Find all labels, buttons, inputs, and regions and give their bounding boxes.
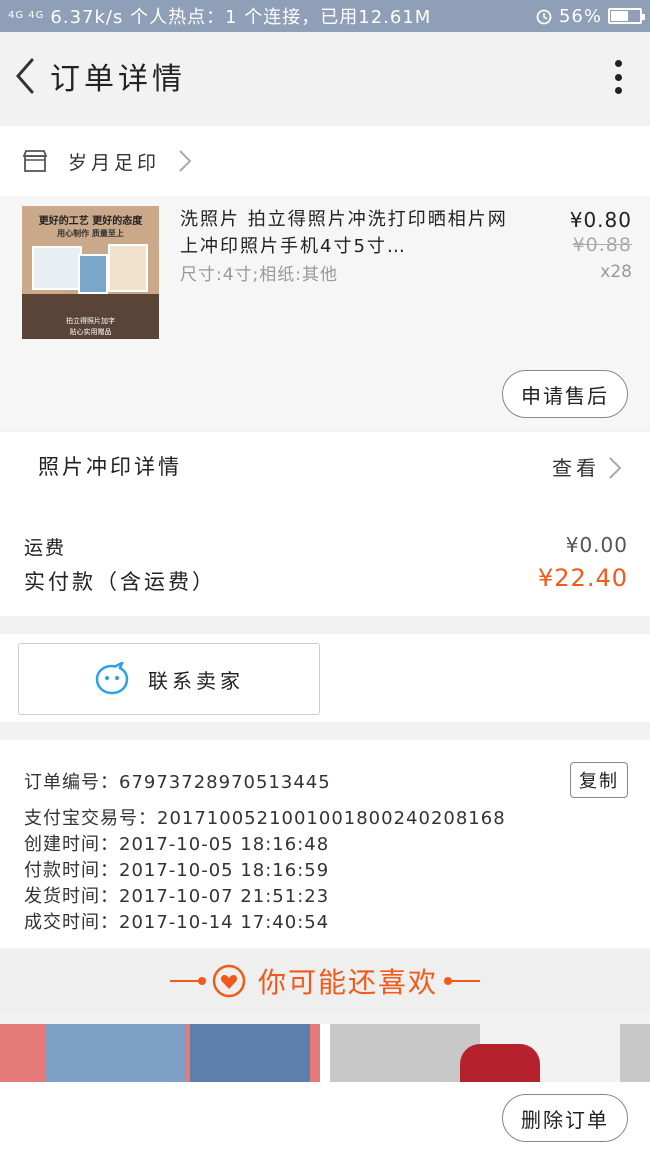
photo-frame-shape [32,246,82,290]
contact-seller-button[interactable]: 联系卖家 [18,643,320,715]
product-quantity: x28 [600,262,632,282]
signal-indicator: 4G 4G [8,10,45,21]
thumb-caption: 更好的工艺 更好的态度 [38,216,143,227]
product-spec: 尺寸:4寸;相纸:其他 [180,265,338,285]
recommend-item-image[interactable] [0,1024,320,1082]
after-sale-button[interactable]: 申请售后 [502,370,628,418]
thumb-caption: 用心制作 质量至上 [57,228,124,238]
chevron-right-icon [609,457,622,479]
back-arrow-icon [16,58,34,94]
alarm-icon [536,9,552,25]
status-text: 6.37k/s 个人热点：1 个连接，已用12.61M [50,7,432,28]
status-bar: 4G 4G 6.37k/s 个人热点：1 个连接，已用12.61M 56% [0,0,650,32]
store-icon [22,150,48,172]
product-price: ¥0.80 [569,208,632,232]
print-details-label: 照片冲印详情 [38,455,182,479]
divider-line [444,977,480,985]
product-original-price: ¥0.88 [572,234,632,256]
nav-bar: 订单详情 [0,32,650,120]
shipping-label: 运费 [24,537,67,559]
dot-icon [614,73,622,81]
copy-button[interactable]: 复制 [570,762,628,798]
battery-icon [608,8,645,24]
recommend-item-image[interactable] [330,1024,650,1082]
recommend-title: 你可能还喜欢 [257,966,438,999]
photo-frame-shape [108,244,148,292]
bottom-bar: 删除订单 [0,1082,650,1155]
paid-label: 实付款（含运费） [24,570,216,594]
paid-time: 付款时间：2017-10-05 18:16:59 [24,860,330,881]
dot-icon [614,60,622,67]
dot-icon [614,87,622,94]
divider-line [169,977,206,985]
shop-name: 岁月足印 [68,151,161,174]
more-menu-button[interactable] [614,60,622,94]
photo-frame-shape [78,254,108,294]
product-thumbnail[interactable]: 更好的工艺 更好的态度 用心制作 质量至上 拍立得照片加字 贴心实用赠品 [22,206,159,339]
view-link[interactable]: 查看 [552,452,600,481]
shipped-time: 发货时间：2017-10-07 21:51:23 [24,886,330,907]
order-number: 订单编号：67973728970513445 [24,772,331,793]
shipping-value: ¥0.00 [565,533,628,557]
contact-section: 联系卖家 [0,634,650,722]
heart-icon [212,964,246,998]
back-button[interactable] [0,32,50,120]
print-details-row[interactable]: 照片冲印详情 查看 [0,432,650,500]
order-info-section: 订单编号：67973728970513445 支付宝交易号：2017100521… [0,740,650,948]
product-item[interactable]: 更好的工艺 更好的态度 用心制作 质量至上 拍立得照片加字 贴心实用赠品 洗照片… [0,196,650,430]
page-title: 订单详情 [50,62,186,97]
recommend-grid [0,1024,650,1082]
thumb-caption: 贴心实用赠品 [69,328,112,336]
created-time: 创建时间：2017-10-05 18:16:48 [24,834,330,855]
delete-order-button[interactable]: 删除订单 [502,1094,628,1142]
fees-section: 运费 ¥0.00 实付款（含运费） ¥22.40 [0,500,650,616]
contact-seller-label: 联系卖家 [148,668,244,693]
paid-value: ¥22.40 [538,564,628,592]
completed-time: 成交时间：2017-10-14 17:40:54 [24,912,330,933]
product-title[interactable]: 洗照片 拍立得照片冲洗打印晒相片网上冲印照片手机4寸5寸… [180,206,510,260]
alipay-number: 支付宝交易号：2017100521001001800240208168 [24,808,506,829]
thumb-caption: 拍立得照片加字 [66,317,115,325]
recommend-header: 你可能还喜欢 [0,950,650,1012]
chevron-right-icon [179,150,192,172]
shop-row[interactable]: 岁月足印 [0,126,650,196]
chat-bubble-icon [95,662,129,695]
battery-percent: 56% [558,5,602,27]
